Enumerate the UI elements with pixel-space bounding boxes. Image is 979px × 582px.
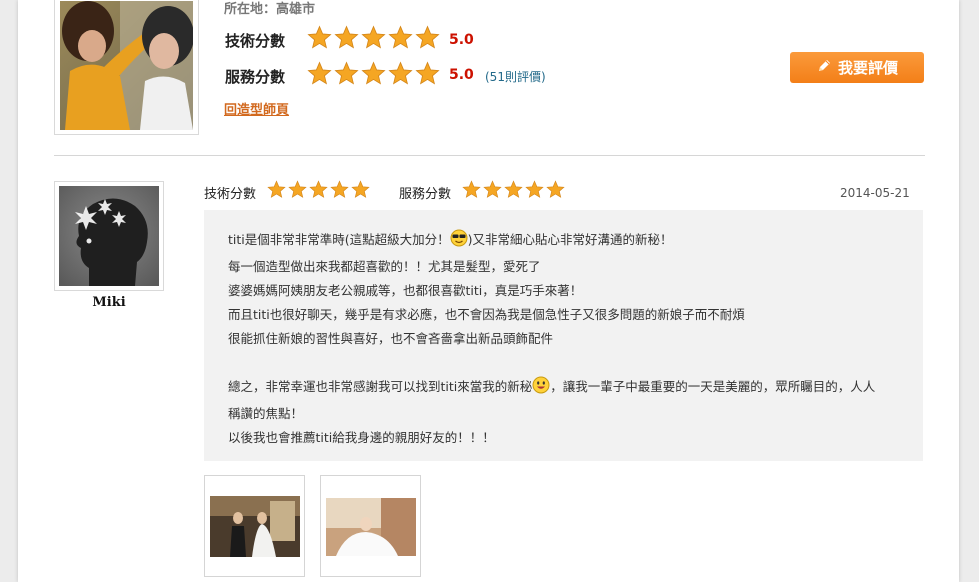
tech-score-label: 技術分數 (225, 32, 286, 50)
star-icon (330, 180, 349, 198)
stylist-photo (60, 1, 193, 130)
service-score-label: 服務分數 (225, 68, 286, 86)
page-card: 所在地：高雄市 技術分數 5.0 服務分數 5.0 (51則評價) 回造型師頁 … (18, 0, 959, 582)
review-text: )又非常細心貼心非常好溝通的新秘！ (467, 232, 673, 247)
review-line-5: 很能抓住新娘的習性與喜好，也不會吝嗇拿出新品頭飾配件 (228, 331, 554, 346)
sunglasses-emoji-icon (450, 229, 468, 255)
review-text-box: titi是個非常非常準時(這點超級大加分！ )又非常細心貼心非常好溝通的新秘！ … (204, 210, 923, 461)
write-review-button[interactable]: 我要評價 (790, 52, 924, 83)
review-photo-thumb-1[interactable] (204, 475, 305, 577)
back-to-stylist-link[interactable]: 回造型師頁 (224, 99, 289, 118)
service-stars (306, 61, 441, 86)
star-icon (361, 25, 386, 49)
star-icon (546, 180, 565, 198)
star-icon (351, 180, 370, 198)
review-text: titi是個非常非常準時(這點超級大加分！ (228, 232, 450, 247)
review-tech-label: 技術分數 (204, 187, 257, 202)
star-icon (388, 61, 413, 85)
review-text: ，讓我一輩子中最重要的一天是美麗的，眾所矚目的，人人 (550, 379, 876, 394)
review-photo-thumb-2[interactable] (320, 475, 421, 577)
tech-score-value: 5.0 (449, 32, 474, 48)
star-icon (267, 180, 286, 198)
star-icon (388, 25, 413, 49)
tech-stars (306, 25, 441, 50)
star-icon (483, 180, 502, 198)
star-icon (361, 61, 386, 85)
pencil-icon (816, 58, 832, 78)
star-icon (415, 25, 440, 49)
star-icon (504, 180, 523, 198)
star-icon (307, 25, 332, 49)
star-icon (307, 61, 332, 85)
star-icon (288, 180, 307, 198)
write-review-label: 我要評價 (837, 59, 898, 77)
reviewer-avatar-frame (54, 181, 164, 291)
star-icon (309, 180, 328, 198)
stylist-photo-frame (54, 0, 199, 135)
review-line-8: 以後我也會推薦titi給我身邊的親朋好友的！！！ (228, 430, 495, 445)
review-date: 2014-05-21 (840, 186, 910, 200)
star-icon (334, 25, 359, 49)
section-divider (54, 155, 925, 156)
review-service-stars (461, 180, 566, 199)
review-line-3: 婆婆媽媽阿姨朋友老公親戚等，也都很喜歡titi，真是巧手來著！ (228, 283, 583, 298)
star-icon (462, 180, 481, 198)
review-line-4: 而且titi也很好聊天，幾乎是有求必應，也不會因為我是個急性子又很多問題的新娘子… (228, 307, 745, 322)
reviewer-name: Miki (92, 295, 126, 310)
avatar (59, 186, 159, 286)
review-line-6: 總之，非常幸運也非常感謝我可以找到titi來當我的新秘 ，讓我一輩子中最重要的一… (228, 375, 899, 402)
location-text: 所在地：高雄市 (224, 2, 316, 17)
review-text: 總之，非常幸運也非常感謝我可以找到titi來當我的新秘 (228, 379, 533, 394)
service-score-value: 5.0 (449, 67, 474, 83)
star-icon (415, 61, 440, 85)
review-line-7: 稱讚的焦點！ (228, 406, 304, 421)
smile-emoji-icon (532, 376, 550, 402)
star-icon (334, 61, 359, 85)
review-line-2: 每一個造型做出來我都超喜歡的！！尤其是髮型，愛死了 (228, 259, 541, 274)
star-icon (525, 180, 544, 198)
review-service-label: 服務分數 (399, 187, 452, 202)
review-count-link[interactable]: (51則評價) (485, 68, 546, 85)
review-line-1: titi是個非常非常準時(這點超級大加分！ )又非常細心貼心非常好溝通的新秘！ (228, 228, 899, 255)
review-tech-stars (266, 180, 371, 199)
